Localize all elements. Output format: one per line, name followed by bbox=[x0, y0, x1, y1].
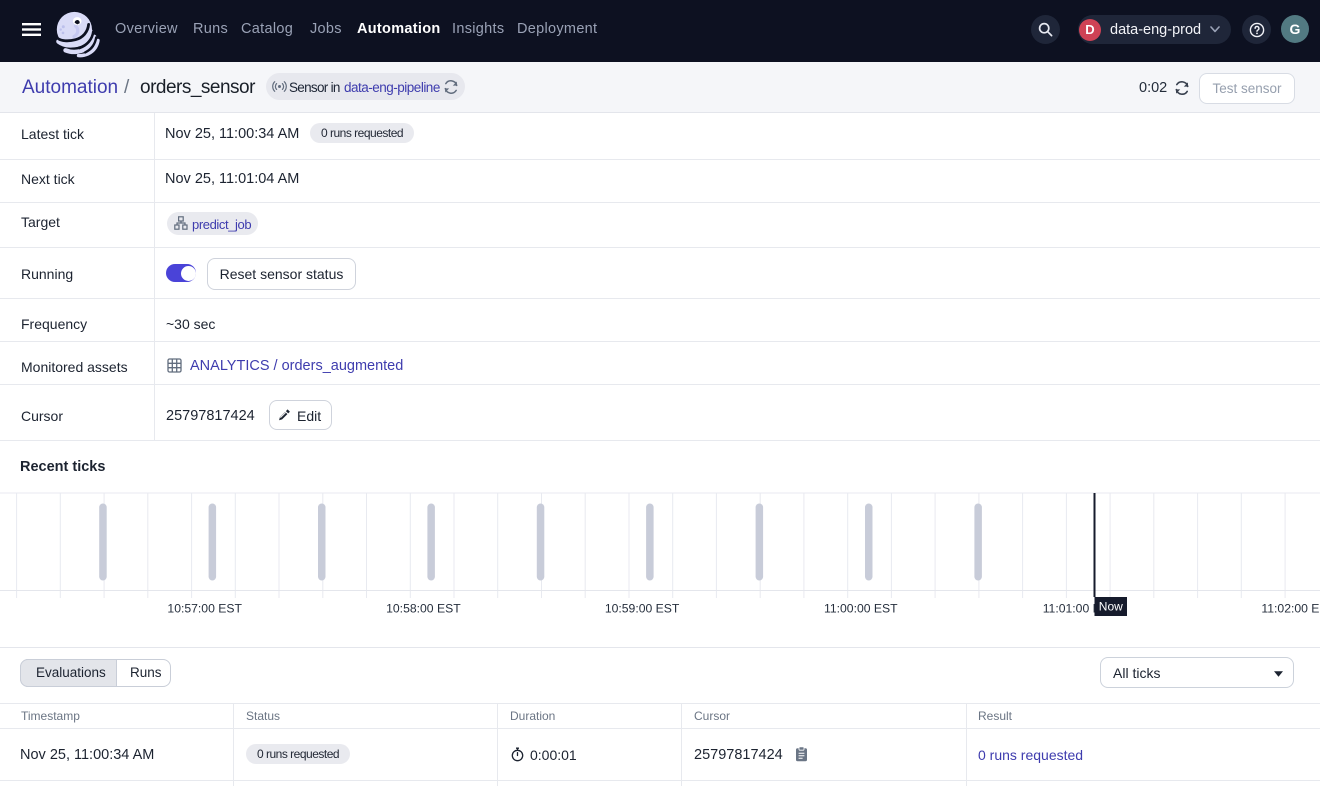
svg-text:11:02:00 EST: 11:02:00 EST bbox=[1261, 602, 1320, 616]
svg-text:10:57:00 EST: 10:57:00 EST bbox=[167, 602, 242, 616]
svg-text:11:01:00 EST: 11:01:00 EST bbox=[1043, 602, 1117, 616]
svg-text:10:59:00 EST: 10:59:00 EST bbox=[605, 602, 680, 616]
svg-text:10:58:00 EST: 10:58:00 EST bbox=[386, 602, 461, 616]
svg-text:11:00:00 EST: 11:00:00 EST bbox=[824, 602, 898, 616]
svg-text:Now: Now bbox=[1099, 600, 1123, 614]
